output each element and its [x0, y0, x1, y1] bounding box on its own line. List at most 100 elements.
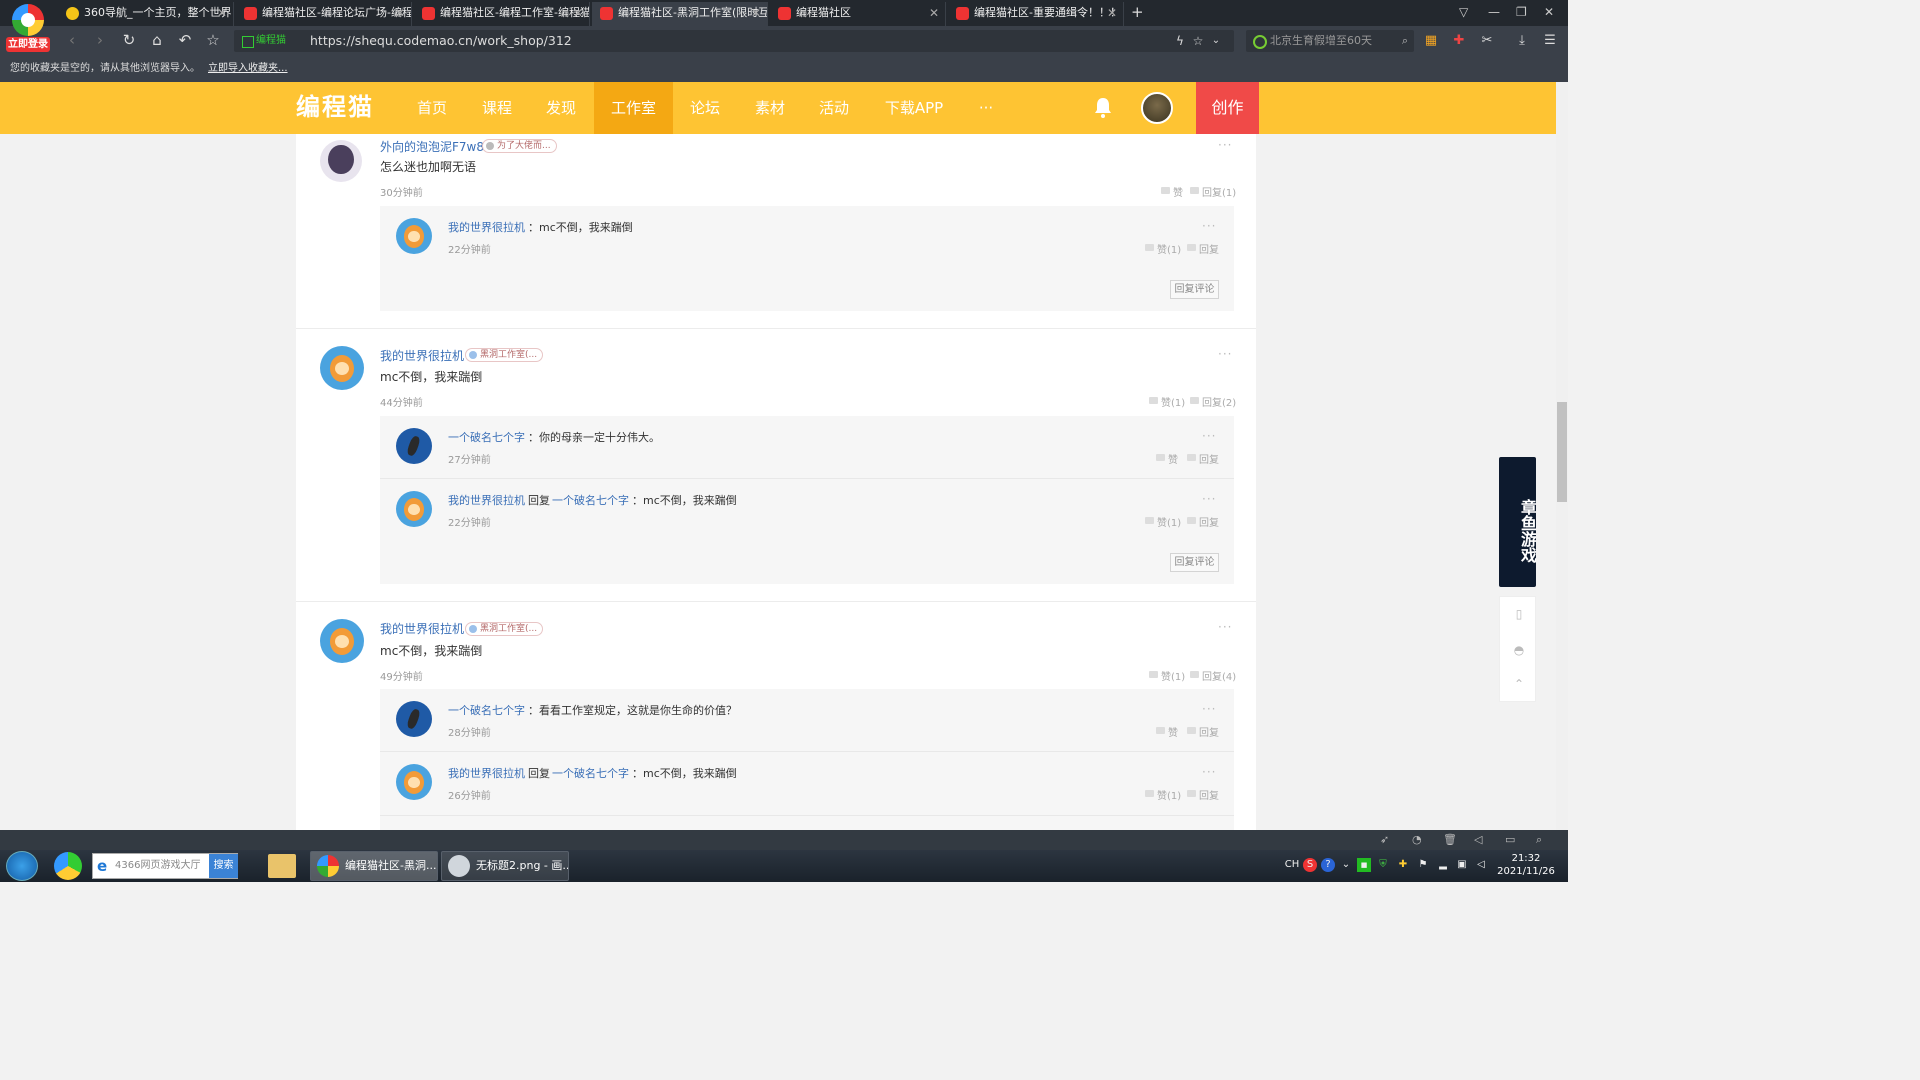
tab-close-icon[interactable]: ✕	[751, 2, 761, 24]
avatar[interactable]	[396, 428, 432, 464]
back-to-top-icon[interactable]: ⌃	[1512, 677, 1526, 691]
tab-wanted[interactable]: 编程猫社区-重要通缉令！！！ ✕	[948, 2, 1124, 26]
browser-logo[interactable]: 立即登录	[6, 4, 50, 52]
site-logo[interactable]: 编程猫	[296, 91, 374, 123]
nav-events[interactable]: 活动	[806, 82, 862, 134]
tab-close-icon[interactable]: ✕	[1107, 2, 1117, 24]
create-button[interactable]: 创作	[1196, 82, 1259, 134]
like-button[interactable]: 赞(1)	[1149, 394, 1185, 409]
more-options-icon[interactable]: ···	[1202, 702, 1216, 716]
more-options-icon[interactable]: ···	[1218, 620, 1232, 634]
tab-community[interactable]: 编程猫社区 ✕	[770, 2, 946, 26]
undo-close-icon[interactable]: ↶	[175, 30, 195, 50]
reply-button[interactable]: 回复	[1187, 514, 1219, 529]
avatar[interactable]	[396, 764, 432, 800]
battery-green-icon[interactable]: ■	[1357, 858, 1371, 872]
reply-button[interactable]: 回复(4)	[1190, 668, 1236, 683]
search-input[interactable]: 北京生育假增至60天 ⌕	[1246, 30, 1414, 52]
login-badge[interactable]: 立即登录	[6, 37, 50, 52]
search-icon[interactable]: ⌕	[1402, 30, 1408, 52]
taskbar-paint-window[interactable]: 无标题2.png - 画...	[441, 851, 569, 881]
scrollbar-thumb[interactable]	[1557, 402, 1567, 502]
like-button[interactable]: 赞(1)	[1149, 668, 1185, 683]
user-avatar[interactable]	[1141, 92, 1173, 124]
new-tab-button[interactable]: +	[1131, 2, 1144, 22]
avatar[interactable]	[320, 140, 362, 182]
nav-materials[interactable]: 素材	[742, 82, 798, 134]
360-tray-icon[interactable]: ✚	[1396, 858, 1410, 872]
back-icon[interactable]: ‹	[62, 30, 82, 50]
taskbar-search[interactable]: e 4366网页游戏大厅 搜索	[92, 853, 238, 879]
nav-home[interactable]: 首页	[404, 82, 460, 134]
zoom-icon[interactable]: ⌕	[1536, 832, 1542, 848]
home-icon[interactable]: ⌂	[147, 30, 167, 50]
tab-360-nav[interactable]: 360导航_一个主页，整个世界 ✕	[58, 2, 234, 26]
tab-close-icon[interactable]: ✕	[929, 2, 939, 24]
more-options-icon[interactable]: ···	[1202, 492, 1216, 506]
comment-author[interactable]: 外向的泡泡泥F7w8	[380, 138, 484, 155]
shield-icon[interactable]: ⛨	[1376, 858, 1390, 872]
url-input[interactable]: 编程猫 https://shequ.codemao.cn/work_shop/3…	[234, 30, 1234, 52]
reply-button[interactable]: 回复	[1187, 241, 1219, 256]
more-options-icon[interactable]: ···	[1218, 347, 1232, 361]
folder-icon[interactable]	[268, 854, 296, 878]
reply-target[interactable]: 一个破名七个字	[552, 492, 629, 508]
reply-comment-button[interactable]: 回复评论	[1170, 280, 1219, 299]
avatar[interactable]	[396, 218, 432, 254]
reply-author[interactable]: 我的世界很拉机	[448, 492, 525, 508]
nav-courses[interactable]: 课程	[469, 82, 525, 134]
trash-icon[interactable]: 🗑	[1443, 832, 1457, 848]
search-suggestion[interactable]: 北京生育假增至60天	[1270, 34, 1372, 47]
like-button[interactable]: 赞(1)	[1145, 241, 1181, 256]
avatar[interactable]	[396, 491, 432, 527]
comment-author[interactable]: 我的世界很拉机	[380, 620, 464, 637]
volume-icon[interactable]: ◁	[1474, 832, 1482, 848]
like-button[interactable]: 赞(1)	[1145, 514, 1181, 529]
comment-author[interactable]: 我的世界很拉机	[380, 347, 464, 364]
like-button[interactable]: 赞	[1156, 724, 1178, 739]
gamepad-icon[interactable]: ✚	[1450, 32, 1468, 50]
more-options-icon[interactable]: ···	[1218, 138, 1232, 152]
import-bookmarks-link[interactable]: 立即导入收藏夹...	[208, 63, 288, 74]
tab-close-icon[interactable]: ✕	[217, 2, 227, 24]
system-clock[interactable]: 21:32 2021/11/26	[1496, 852, 1556, 878]
close-window-icon[interactable]: ✕	[1544, 2, 1554, 22]
usb-icon[interactable]: ▂	[1436, 858, 1450, 872]
reply-button[interactable]: 回复	[1187, 451, 1219, 466]
workshop-badge[interactable]: 为了大佬而...	[482, 139, 557, 153]
like-button[interactable]: 赞	[1156, 451, 1178, 466]
rocket-icon[interactable]: ➶	[1380, 832, 1389, 848]
workshop-badge[interactable]: 黑洞工作室(...	[465, 622, 544, 636]
reply-author[interactable]: 我的世界很拉机	[448, 765, 525, 781]
reply-button[interactable]: 回复(2)	[1190, 394, 1236, 409]
tray-expand-icon[interactable]: ⌄	[1339, 858, 1353, 872]
lightning-icon[interactable]: ϟ	[1170, 31, 1190, 51]
shirt-skin-icon[interactable]: ▽	[1459, 2, 1468, 22]
speed-icon[interactable]: ◔	[1412, 832, 1422, 848]
tab-close-icon[interactable]: ✕	[573, 2, 583, 24]
power-icon[interactable]: ⚑	[1416, 858, 1430, 872]
reload-icon[interactable]: ↻	[119, 30, 139, 50]
nav-forum[interactable]: 论坛	[677, 82, 733, 134]
chevron-down-icon[interactable]: ⌄	[1206, 31, 1226, 51]
taskbar-browser-window[interactable]: 编程猫社区-黑洞...	[310, 851, 438, 881]
taskbar-search-button[interactable]: 搜索	[209, 854, 238, 878]
favorite-star-icon[interactable]: ☆	[203, 30, 223, 50]
tab-forum[interactable]: 编程猫社区-编程论坛广场-编程猫 ✕	[236, 2, 412, 26]
reply-author[interactable]: 一个破名七个字	[448, 702, 525, 718]
more-options-icon[interactable]: ···	[1202, 765, 1216, 779]
speaker-icon[interactable]: ◁	[1474, 858, 1488, 872]
network-icon[interactable]: ▣	[1455, 858, 1469, 872]
taskbar-search-text[interactable]: 4366网页游戏大厅	[115, 854, 200, 878]
avatar[interactable]	[320, 619, 364, 663]
more-options-icon[interactable]: ···	[1202, 219, 1216, 233]
forward-icon[interactable]: ›	[90, 30, 110, 50]
reply-author[interactable]: 我的世界很拉机	[448, 219, 525, 235]
qq-icon[interactable]: ◓	[1512, 643, 1526, 657]
ime-indicator[interactable]: CH	[1284, 858, 1300, 872]
minimize-icon[interactable]: —	[1488, 2, 1500, 22]
nav-download-app[interactable]: 下载APP	[878, 82, 950, 134]
bookmark-star-icon[interactable]: ☆	[1188, 31, 1208, 51]
workshop-badge[interactable]: 黑洞工作室(...	[465, 348, 544, 362]
start-button[interactable]	[6, 851, 38, 881]
